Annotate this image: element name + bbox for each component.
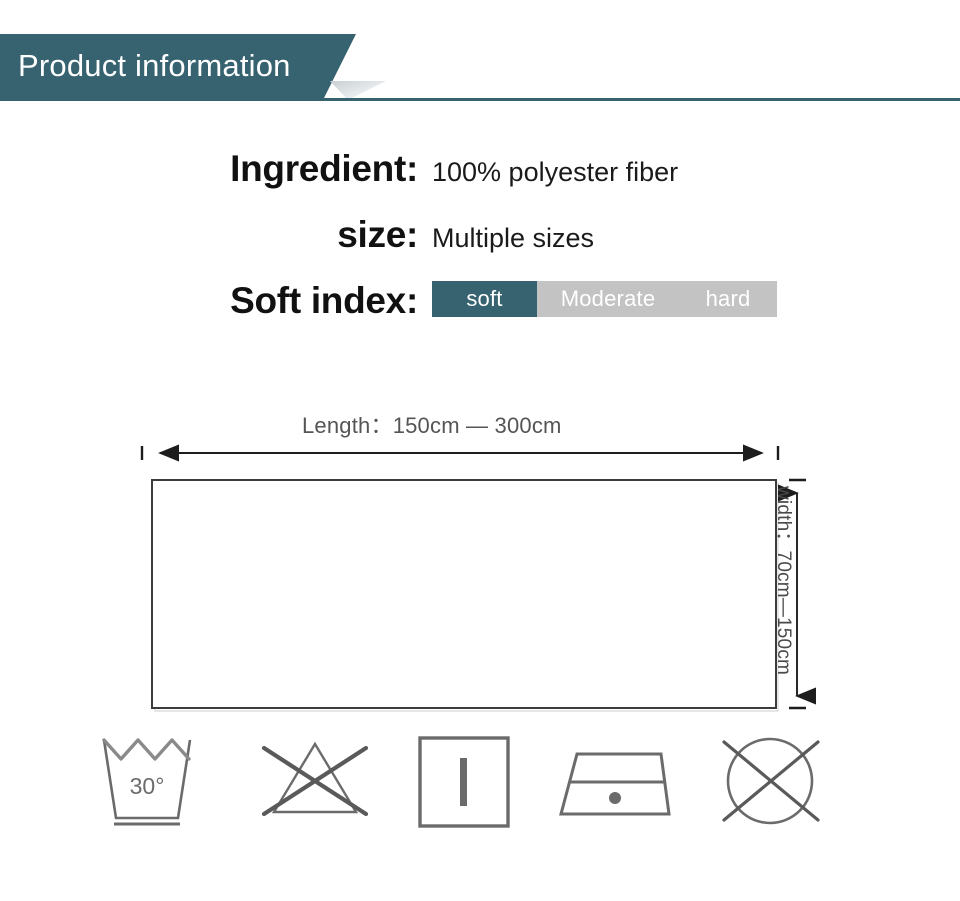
soft-index-option-hard[interactable]: hard	[679, 281, 777, 317]
dimension-diagram: Length：150cm — 300cm width：70cm—150cm	[0, 398, 960, 728]
drip-dry-icon	[418, 736, 510, 828]
soft-index-option-moderate[interactable]: Moderate	[537, 281, 679, 317]
spec-row-ingredient: Ingredient: 100% polyester fiber	[0, 148, 960, 214]
ingredient-label: Ingredient:	[230, 148, 418, 189]
spec-row-soft-index: Soft index: soft Moderate hard	[0, 280, 960, 346]
iron-low-icon	[559, 752, 671, 816]
banner-underline	[0, 98, 960, 101]
soft-index-label: Soft index:	[230, 280, 418, 321]
do-not-bleach-icon	[261, 741, 369, 817]
spec-row-size: size: Multiple sizes	[0, 214, 960, 280]
size-value: Multiple sizes	[432, 223, 595, 253]
wash-temperature-text: 30°	[130, 773, 165, 799]
ingredient-value: 100% polyester fiber	[432, 157, 679, 187]
header-banner: Product information	[0, 34, 960, 104]
size-label: size:	[337, 214, 418, 255]
dimension-drawing	[140, 444, 816, 712]
do-not-dry-clean-icon	[722, 737, 820, 825]
wash-30-icon: 30°	[102, 738, 192, 826]
specification-list: Ingredient: 100% polyester fiber size: M…	[0, 148, 960, 346]
soft-index-segmented-control[interactable]: soft Moderate hard	[432, 281, 777, 317]
soft-index-option-soft[interactable]: soft	[432, 281, 537, 317]
width-dimension-label: width：70cm—150cm	[773, 486, 794, 676]
care-instruction-icons: 30°	[0, 726, 960, 846]
page-title: Product information	[18, 48, 291, 83]
